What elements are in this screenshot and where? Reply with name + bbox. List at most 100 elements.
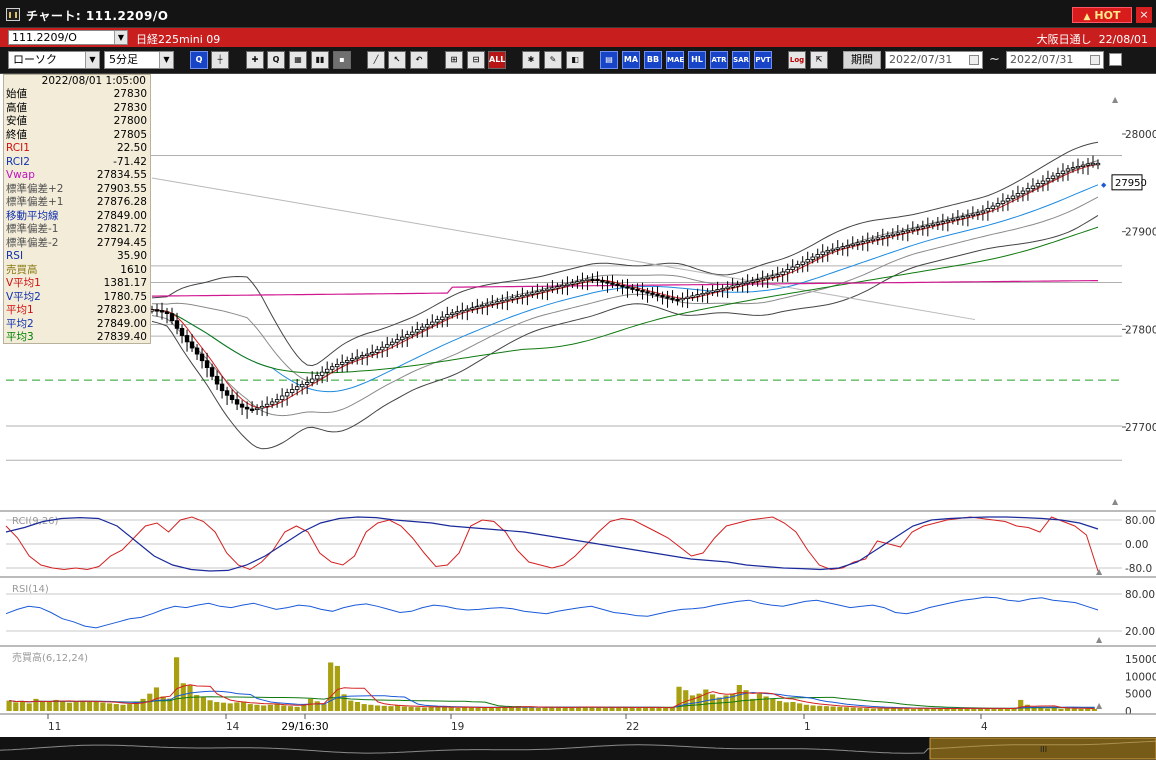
indicator-hl-button[interactable]: HL — [688, 51, 706, 69]
undo-icon[interactable]: ↶ — [410, 51, 428, 69]
candle-body — [550, 287, 555, 290]
chart-canvas[interactable]: 28000 27900 27800 27700 ▲ ▲ 27950 ◆ 80.00 0.00 -80… — [0, 74, 1156, 760]
table-icon[interactable]: ▤ — [600, 51, 618, 69]
time-tick-label: 14 — [226, 721, 240, 733]
candle-body — [680, 297, 685, 301]
period-button[interactable]: 期間 — [843, 51, 881, 69]
candle-body — [785, 269, 790, 273]
color-palette-icon[interactable]: ◧ — [566, 51, 584, 69]
compare-icon[interactable]: ▦ — [289, 51, 307, 69]
volume-bar — [328, 662, 334, 711]
candle-body — [665, 296, 670, 299]
data-row-label: RSI — [6, 250, 24, 262]
search-chart-icon[interactable]: Q — [267, 51, 285, 69]
calendar-icon[interactable] — [969, 55, 979, 65]
volume-bar — [13, 702, 19, 711]
hot-button[interactable]: HOT — [1072, 7, 1132, 23]
current-price-marker: ◆ — [1101, 181, 1107, 189]
chart-area[interactable]: 28000 27900 27800 27700 ▲ ▲ 27950 ◆ 80.00 0.00 -80… — [0, 74, 1156, 760]
candle-icon[interactable]: ▮▮ — [311, 51, 329, 69]
candle-body — [675, 298, 680, 302]
candle-body — [405, 334, 410, 338]
date-from-field[interactable]: 2022/07/31 — [885, 51, 983, 69]
volume-bar — [200, 697, 206, 711]
grid-icon[interactable]: ┼ — [211, 51, 229, 69]
data-row-label: 平均1 — [6, 304, 34, 316]
candle-body — [605, 281, 610, 284]
candle-body — [700, 292, 705, 296]
chart-type-select[interactable]: ローソク ▼ — [8, 51, 100, 69]
indicator-label: HL — [691, 55, 703, 64]
close-button[interactable]: × — [1136, 7, 1152, 23]
cursor-icon[interactable]: ↖ — [388, 51, 406, 69]
price-tick-label: 27800 — [1125, 324, 1156, 336]
candle-body — [625, 286, 630, 289]
candle-body — [740, 282, 745, 286]
lock-icon[interactable]: ▪ — [333, 51, 351, 69]
candle-body — [590, 278, 595, 282]
data-row-label: 平均3 — [6, 331, 34, 343]
candle-body — [159, 310, 165, 313]
indicator-ma-button[interactable]: MA — [622, 51, 640, 69]
candle-body — [860, 241, 865, 244]
volume-bar — [321, 704, 327, 711]
zoom-in-icon[interactable]: ⊞ — [445, 51, 463, 69]
rsi-tick-label: 80.00 — [1125, 589, 1155, 601]
volume-bar — [234, 702, 240, 711]
candle-body — [920, 226, 926, 229]
settings-icon[interactable]: ✱ — [522, 51, 540, 69]
date-to-field[interactable]: 2022/07/31 — [1006, 51, 1104, 69]
crosshair-icon[interactable]: ✚ — [246, 51, 264, 69]
candle-body — [264, 403, 270, 407]
log-scale-button[interactable]: Log — [788, 51, 806, 69]
volume-bar — [529, 707, 535, 711]
volume-bar — [803, 704, 809, 711]
export-icon[interactable]: ⇱ — [810, 51, 828, 69]
volume-bar — [120, 704, 126, 711]
candle-body — [410, 331, 415, 336]
candle-body — [1095, 162, 1101, 166]
volume-bar — [850, 707, 856, 711]
volume-bar — [609, 707, 615, 711]
candle-body — [935, 222, 941, 225]
volume-bar — [214, 701, 220, 711]
volume-bar — [656, 707, 662, 711]
calendar-icon[interactable] — [1090, 55, 1100, 65]
indicator-sar-button[interactable]: SAR — [732, 51, 750, 69]
candle-body — [915, 227, 921, 230]
interval-value: 5分足 — [109, 53, 138, 66]
volume-bar — [33, 698, 39, 711]
symbol-select[interactable]: 111.2209/O ▼ — [8, 30, 128, 45]
indicator-atr-button[interactable]: ATR — [710, 51, 728, 69]
volume-bar — [1065, 708, 1071, 711]
all-button[interactable]: ALL — [488, 51, 506, 69]
candle-body — [580, 279, 585, 283]
interval-select[interactable]: 5分足 ▼ — [104, 51, 174, 69]
chevron-down-icon[interactable]: ▼ — [85, 52, 99, 68]
candle-body — [239, 403, 245, 408]
indicator-bb-button[interactable]: BB — [644, 51, 662, 69]
candle-body — [395, 339, 400, 343]
brush-icon[interactable]: ✎ — [544, 51, 562, 69]
data-row-label: RCI1 — [6, 142, 30, 154]
candle-body — [279, 395, 285, 400]
log-label: Log — [789, 56, 805, 64]
data-row-value: 27823.00 — [96, 304, 147, 316]
date-range-checkbox[interactable] — [1109, 53, 1122, 66]
line-draw-icon[interactable]: ╱ — [367, 51, 385, 69]
candle-body — [455, 311, 460, 314]
indicator-mae-button[interactable]: MAE — [666, 51, 684, 69]
zoom-icon[interactable]: Q — [190, 51, 208, 69]
volume-bar — [455, 707, 461, 711]
candle-body — [179, 327, 185, 336]
chevron-down-icon[interactable]: ▼ — [114, 31, 127, 44]
chevron-down-icon[interactable]: ▼ — [159, 52, 173, 68]
indicator-pvt-button[interactable]: PVT — [754, 51, 772, 69]
data-row-value: 1610 — [120, 263, 147, 276]
zoom-out-icon[interactable]: ⊟ — [467, 51, 485, 69]
volume-bar — [783, 702, 789, 711]
candle-body — [189, 341, 195, 349]
candle-body — [695, 294, 700, 297]
candle-body — [510, 297, 515, 300]
volume-bar — [441, 707, 448, 711]
